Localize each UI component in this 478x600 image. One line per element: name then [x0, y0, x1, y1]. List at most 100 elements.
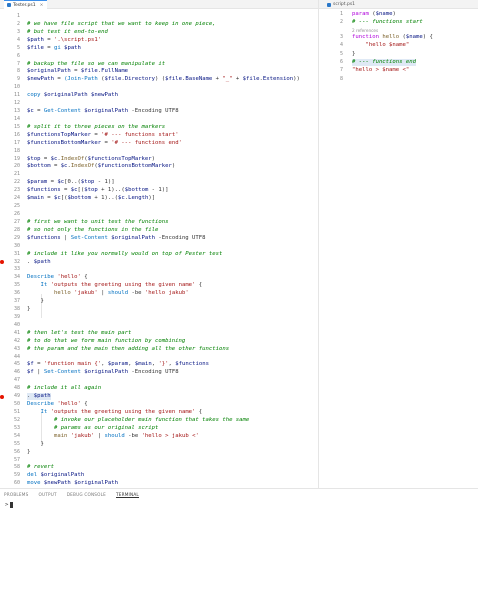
code-line[interactable]: 6: [0, 53, 318, 60]
line-number: 3: [16, 28, 20, 35]
code-line[interactable]: 4 $path = '.\script.ps1': [0, 37, 318, 44]
code-token: $newPath: [27, 76, 54, 83]
code-line[interactable]: 15 # split it to three pieces on the mark…: [0, 124, 318, 131]
panel-tab-problems[interactable]: PROBLEMS: [4, 492, 28, 498]
code-line[interactable]: 59 del $originalPath: [0, 472, 318, 479]
code-line[interactable]: 43 # the param and the main then adding a…: [0, 346, 318, 353]
code-line[interactable]: 26: [0, 211, 318, 218]
code-line[interactable]: 3 function hello ($name) {: [319, 34, 478, 41]
code-line[interactable]: 14: [0, 116, 318, 123]
panel-tab-debug-console[interactable]: DEBUG CONSOLE: [67, 492, 106, 498]
code-line[interactable]: 50 Describe 'hello' {: [0, 401, 318, 408]
line-number: 52: [13, 416, 20, 423]
code-line[interactable]: 34 Describe 'hello' {: [0, 274, 318, 281]
code-line[interactable]: 27 # first we want to unit test the funct…: [0, 219, 318, 226]
code-line[interactable]: 31 # include it like you normally would o…: [0, 251, 318, 258]
code-line[interactable]: 46 $f | Set-Content $originalPath -Encodi…: [0, 369, 318, 376]
code-line[interactable]: 3 # but test it end-to-end: [0, 29, 318, 36]
code-line[interactable]: 6 # --- functions end: [319, 59, 478, 66]
code-line[interactable]: 60 move $newPath $originalPath: [0, 480, 318, 487]
code-line[interactable]: 16 $functionsTopMarker = '# --- functions…: [0, 132, 318, 139]
code-line[interactable]: 7 "hello > $name <": [319, 67, 478, 74]
code-line[interactable]: 8: [319, 76, 478, 83]
code-line[interactable]: 4 "hello $name": [319, 42, 478, 49]
code-line[interactable]: 8 $originalPath = $file.FullName: [0, 68, 318, 75]
code-line[interactable]: 22 $param = $c[0..($top - 1)]: [0, 179, 318, 186]
code-text: # the param and the main then adding all…: [27, 346, 229, 353]
code-line[interactable]: 48 # include it all again: [0, 385, 318, 392]
code-line[interactable]: 41 # then let's test the main part: [0, 330, 318, 337]
code-line[interactable]: 37 }: [0, 298, 318, 305]
editor-script-ps1[interactable]: 1 param ($name) 2 # --- functions start 2 re…: [319, 10, 478, 488]
line-number: 51: [13, 409, 20, 415]
code-line[interactable]: 10: [0, 84, 318, 91]
code-token: }: [27, 306, 31, 313]
code-line[interactable]: 39: [0, 314, 318, 321]
code-token: # params as our original script: [53, 424, 159, 431]
code-line[interactable]: 30: [0, 243, 318, 250]
code-line[interactable]: 19 $top = $c.IndexOf($functionsTopMarker): [0, 156, 318, 163]
code-token: FullName: [101, 68, 129, 75]
code-line[interactable]: 13 $c = Get-Content $originalPath -Encodi…: [0, 108, 318, 115]
codelens-references[interactable]: 2 references: [352, 28, 378, 33]
tab-tester-ps1[interactable]: Tester.ps1 ×: [4, 0, 48, 9]
code-line[interactable]: 57: [0, 457, 318, 464]
code-line[interactable]: 36 hello 'jakub' | should -be 'hello jak…: [0, 290, 318, 297]
code-line[interactable]: 5 $file = gi $path: [0, 45, 318, 52]
code-token: Get-Content: [43, 108, 81, 115]
code-line[interactable]: 21: [0, 171, 318, 178]
code-line[interactable]: 29 $functions | Set-Content $originalPath…: [0, 235, 318, 242]
code-token: }: [27, 298, 44, 305]
code-line[interactable]: 9 $newPath = (Join-Path ($file.Directory)…: [0, 76, 318, 83]
code-line[interactable]: 5}: [319, 51, 478, 58]
code-line[interactable]: 54 main 'jakub' | should -be 'hello > ja…: [0, 433, 318, 440]
code-line[interactable]: 1 param ($name): [319, 11, 478, 18]
code-token: '# --- functions end': [111, 139, 182, 146]
editor-tester-ps1[interactable]: 1 2 # we have file script that we want to …: [0, 10, 318, 488]
code-line[interactable]: 51 It 'outputs the greeting using the gi…: [0, 409, 318, 416]
code-token: $top: [84, 187, 98, 194]
code-line[interactable]: 38}: [0, 306, 318, 313]
code-token: =: [43, 36, 54, 43]
code-line[interactable]: 52 # invoke our placeholder main functio…: [0, 417, 318, 424]
code-line[interactable]: 56}: [0, 449, 318, 456]
code-line[interactable]: 11 copy $originalPath $newPath: [0, 92, 318, 99]
code-line[interactable]: 28 # so not only the functions in the fil…: [0, 227, 318, 234]
code-text: del $originalPath: [27, 472, 84, 479]
code-line[interactable]: 47: [0, 377, 318, 384]
code-token: # backup the file so we can manipulate i…: [27, 60, 166, 67]
code-line[interactable]: 35 It 'outputs the greeting using the gi…: [0, 282, 318, 289]
panel-tab-output[interactable]: OUTPUT: [38, 492, 56, 498]
code-line[interactable]: 25: [0, 203, 318, 210]
tab-script-ps1[interactable]: script.ps1: [324, 0, 359, 9]
line-number: 47: [13, 377, 20, 384]
code-line[interactable]: 42 # to do that we form main function by …: [0, 338, 318, 345]
code-line[interactable]: 2 # --- functions start: [319, 19, 478, 26]
close-icon[interactable]: ×: [40, 3, 44, 8]
code-line[interactable]: 32. $path: [0, 259, 318, 266]
code-line[interactable]: 24 $main = $c[($bottom + 1)..($c.Length)]: [0, 195, 318, 202]
code-line[interactable]: 45 $f = 'function main {', $param, $main,…: [0, 361, 318, 368]
code-line[interactable]: 12: [0, 100, 318, 107]
code-line[interactable]: 20 $bottom = $c.IndexOf($functionsBottomM…: [0, 163, 318, 170]
panel-tab-terminal[interactable]: TERMINAL: [116, 492, 139, 498]
code-line[interactable]: 55 }: [0, 441, 318, 448]
code-line[interactable]: 2 # we have file script that we want to k…: [0, 21, 318, 28]
code-line[interactable]: 53 # params as our original script: [0, 425, 318, 432]
code-line[interactable]: 40: [0, 322, 318, 329]
line-number: 54: [13, 432, 20, 439]
code-token: $c: [70, 187, 78, 194]
code-line[interactable]: 33: [0, 266, 318, 273]
code-text: # split it to three pieces on the marker…: [27, 124, 165, 131]
code-line[interactable]: 18: [0, 148, 318, 155]
code-line[interactable]: 49. $path: [0, 393, 318, 401]
terminal-prompt[interactable]: >: [5, 502, 14, 508]
code-line[interactable]: 58 # revert: [0, 464, 318, 471]
code-line[interactable]: 17 $functionsBottomMarker = '# --- functi…: [0, 140, 318, 147]
code-line[interactable]: 44: [0, 354, 318, 361]
code-line[interactable]: 1: [0, 13, 318, 20]
code-line[interactable]: 7 # backup the file so we can manipulate …: [0, 61, 318, 68]
code-line[interactable]: 23 $functions = $c[($top + 1)..($bottom -…: [0, 187, 318, 194]
line-number: 43: [13, 345, 20, 352]
